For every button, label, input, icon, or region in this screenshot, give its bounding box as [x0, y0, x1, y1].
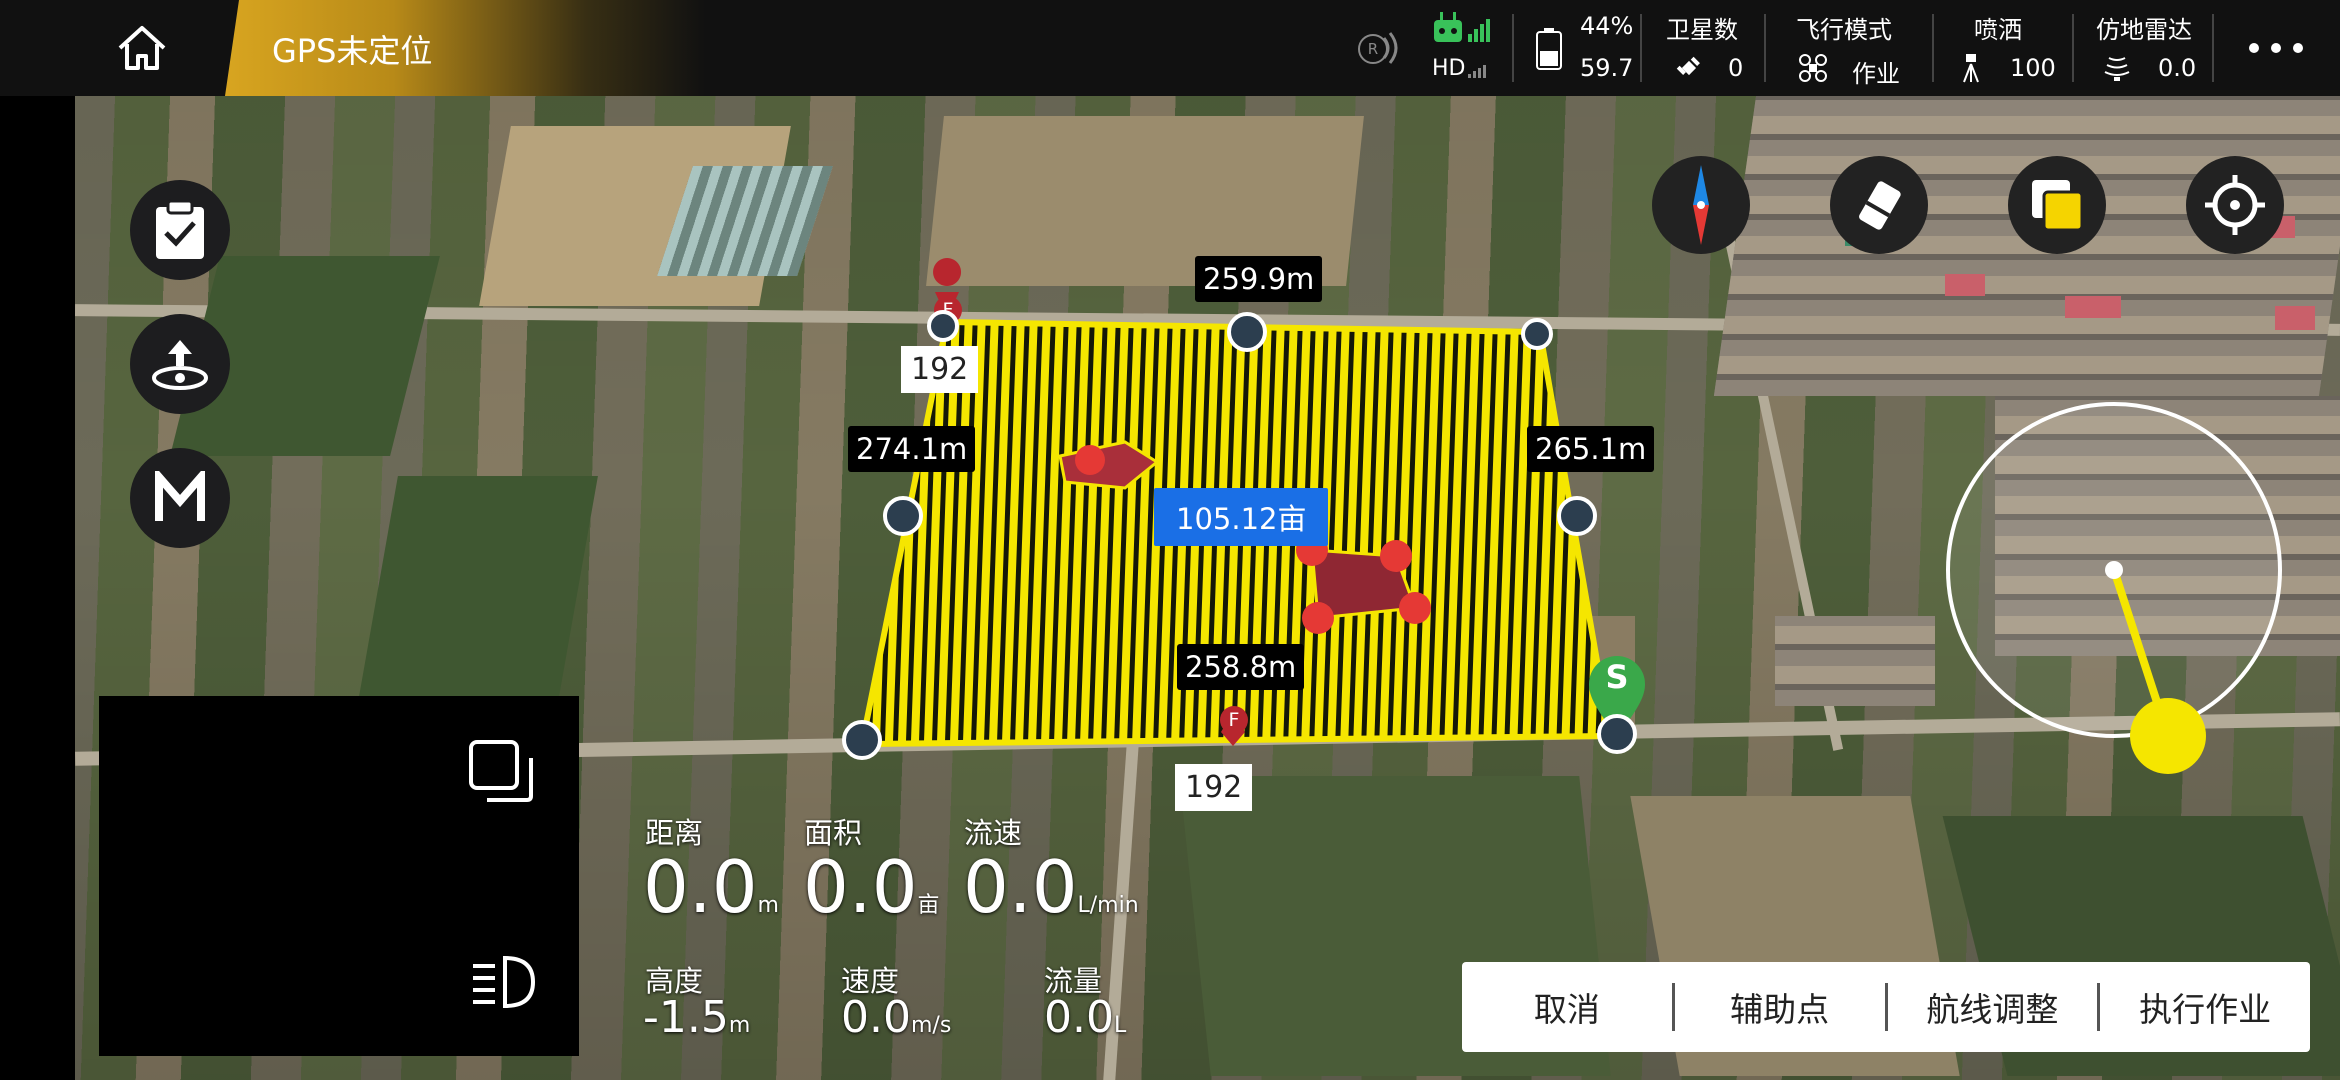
more-dots-icon: [2249, 43, 2303, 53]
area-value: 0.0亩: [803, 845, 940, 929]
area-number: 0.0: [803, 845, 918, 929]
separator: [2072, 14, 2074, 82]
takeoff-icon: [152, 340, 208, 390]
flight-mode-label: 飞行模式: [1796, 16, 1892, 44]
manual-mode-button[interactable]: [130, 448, 230, 548]
hd-signal-icon: [1468, 65, 1486, 78]
distance-unit: m: [757, 893, 779, 918]
satellites-label: 卫星数: [1666, 16, 1738, 44]
altitude-tag[interactable]: 192: [901, 346, 979, 393]
obstacle-vertex[interactable]: [1302, 602, 1334, 634]
height-number: -1.5: [643, 992, 729, 1043]
left-edge-strip: [0, 0, 75, 1080]
flow-rate-number: 0.0: [963, 845, 1078, 929]
m-mode-icon: [155, 471, 205, 521]
battery-icon: [1536, 28, 1562, 70]
satellites-value: 0: [1728, 54, 1744, 82]
boundary-vertex[interactable]: [927, 310, 959, 342]
start-marker-label[interactable]: S: [1589, 658, 1645, 696]
area-label: 105.12亩: [1154, 488, 1329, 546]
map-layers-button[interactable]: [2008, 156, 2106, 254]
area-unit: 亩: [917, 893, 940, 918]
edge-length-bottom: 258.8m: [1177, 644, 1305, 690]
speed-value: 0.0m/s: [841, 992, 951, 1043]
execute-task-button[interactable]: 执行作业: [2100, 983, 2310, 1031]
switch-view-icon[interactable]: [469, 740, 535, 804]
locate-button[interactable]: [2186, 156, 2284, 254]
terrain-radar-value: 0.0: [2158, 54, 2197, 82]
gps-status-text: GPS未定位: [272, 32, 433, 70]
height-unit: m: [728, 1013, 751, 1038]
flow-rate-unit: L/min: [1077, 893, 1139, 918]
speed-unit: m/s: [910, 1013, 952, 1038]
boundary-vertex[interactable]: [842, 720, 882, 760]
compass-button[interactable]: [1652, 156, 1750, 254]
spray-label: 喷洒: [1974, 16, 2022, 44]
distance-number: 0.0: [643, 845, 758, 929]
flight-marker-f-head[interactable]: F: [1220, 706, 1248, 734]
edge-length-left: 274.1m: [848, 426, 976, 472]
more-menu-button[interactable]: [2244, 30, 2308, 66]
obstacle-vertex[interactable]: [1380, 540, 1412, 572]
task-checklist-button[interactable]: [130, 180, 230, 280]
flight-mode-value: 作业: [1852, 60, 1900, 88]
obstacle-vertex[interactable]: [1399, 592, 1431, 624]
separator: [1932, 14, 1934, 82]
spray-value: 100: [2010, 54, 2056, 82]
headlight-icon[interactable]: [469, 954, 537, 1010]
home-button[interactable]: [112, 20, 172, 76]
terrain-radar-label: 仿地雷达: [2096, 16, 2192, 44]
satellite-icon: [1676, 56, 1700, 76]
edge-length-top: 259.9m: [1195, 256, 1323, 302]
volume-number: 0.0: [1044, 992, 1114, 1043]
separator: [2212, 14, 2214, 82]
camera-preview[interactable]: [99, 696, 579, 1056]
joystick-handle[interactable]: [2130, 698, 2206, 774]
speed-number: 0.0: [841, 992, 911, 1043]
edge-midpoint-handle[interactable]: [1557, 496, 1597, 536]
flow-rate-value: 0.0L/min: [963, 845, 1139, 929]
home-icon: [118, 26, 166, 70]
action-bar: 取消 辅助点 航线调整 执行作业: [1462, 962, 2310, 1052]
eraser-button[interactable]: [1830, 156, 1928, 254]
distance-value: 0.0m: [643, 845, 779, 929]
takeoff-landing-button[interactable]: [130, 314, 230, 414]
altitude-tag[interactable]: 192: [1175, 764, 1253, 811]
edge-midpoint-handle[interactable]: [1227, 312, 1267, 352]
battery-percent: 44%: [1580, 12, 1634, 40]
separator: [1640, 14, 1642, 82]
cancel-button[interactable]: 取消: [1462, 983, 1672, 1031]
height-value: -1.5m: [643, 992, 750, 1043]
edge-length-right: 265.1m: [1527, 426, 1655, 472]
volume-value: 0.0L: [1044, 992, 1126, 1043]
layers-icon: [2032, 180, 2084, 232]
eraser-icon: [1859, 181, 1901, 230]
separator: [1512, 14, 1514, 82]
boundary-vertex[interactable]: [1597, 714, 1637, 754]
edge-midpoint-handle[interactable]: [883, 496, 923, 536]
radar-icon: [2104, 57, 2130, 81]
separator: [1764, 14, 1766, 82]
crosshair-icon: [2205, 175, 2265, 235]
boundary-vertex[interactable]: [1521, 318, 1553, 350]
aux-point-button[interactable]: 辅助点: [1675, 983, 1885, 1031]
top-status-bar: GPS未定位 R HD 44% 59.7 卫星数 0 飞行模式 作业 喷洒 10…: [0, 0, 2340, 96]
compass-needle-icon: [1693, 165, 1709, 245]
battery-voltage: 59.7: [1580, 54, 1634, 82]
clipboard-check-icon: [156, 199, 204, 259]
obstacle-vertex[interactable]: [1075, 445, 1105, 475]
spray-nozzle-icon: [1963, 54, 1979, 83]
hd-link-label: HD: [1432, 56, 1466, 81]
route-adjust-button[interactable]: 航线调整: [1888, 983, 2098, 1031]
remote-controller-icon: [1434, 12, 1490, 42]
drone-icon: [1799, 54, 1827, 82]
wifi-wave-icon: [1382, 32, 1398, 64]
volume-unit: L: [1113, 1013, 1127, 1038]
